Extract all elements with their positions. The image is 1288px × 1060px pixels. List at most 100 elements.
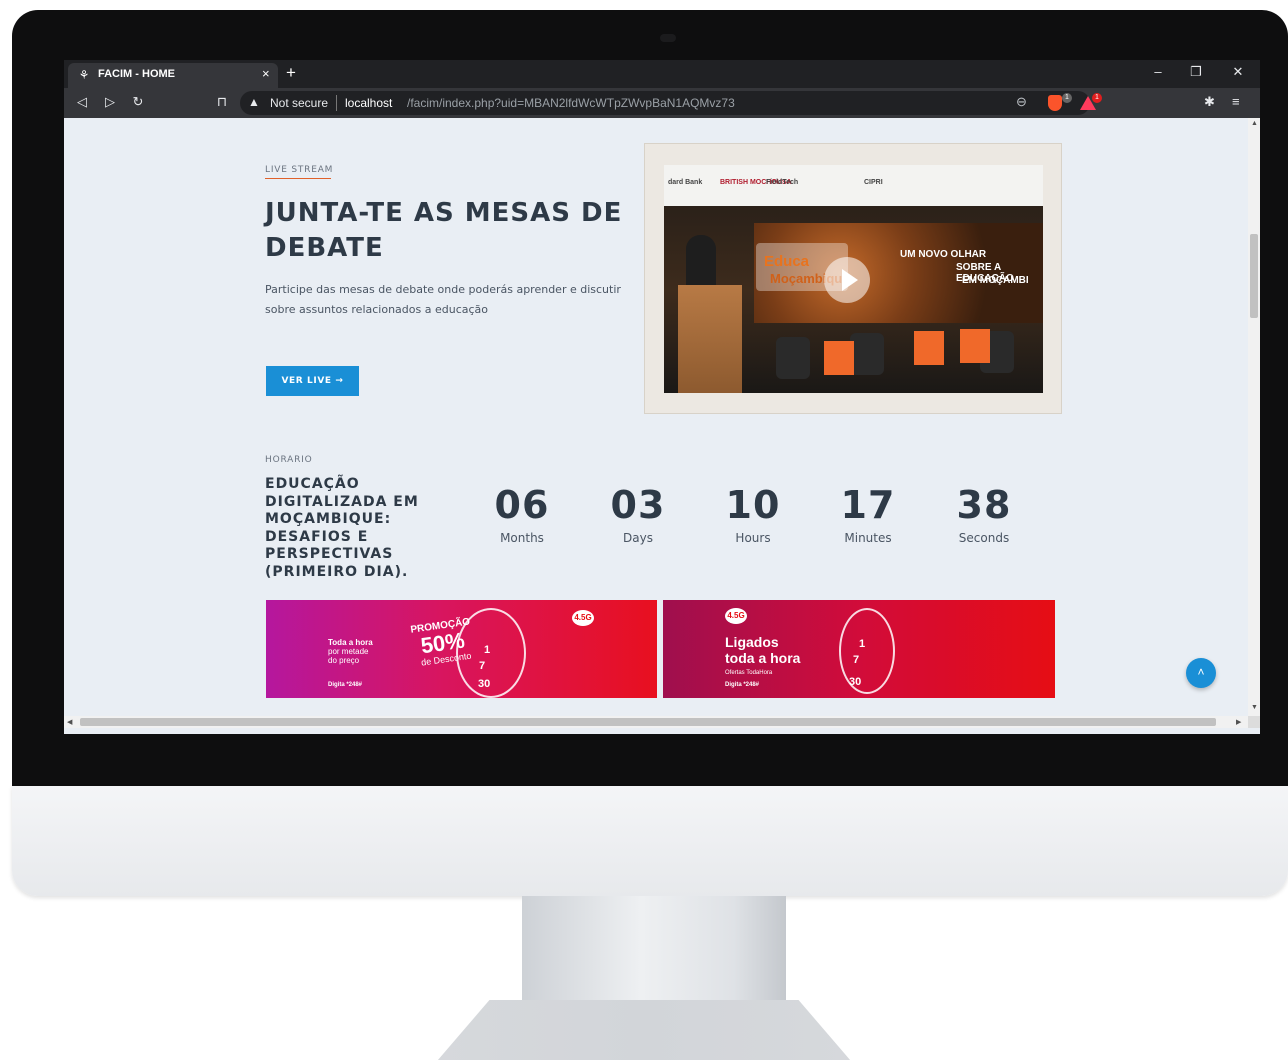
extensions-icon[interactable]: ✱ xyxy=(1204,94,1215,110)
chair xyxy=(850,333,884,375)
vodafone-speechmark-icon xyxy=(839,608,895,694)
countdown-months: 06 Months xyxy=(474,473,570,549)
banner-line: do preço xyxy=(328,656,360,665)
restore-icon[interactable]: ❐ xyxy=(1186,64,1206,80)
monitor-chin xyxy=(12,786,1288,896)
live-eyebrow: LIVE STREAM xyxy=(265,165,334,175)
video-thumbnail[interactable]: dard Bank BRITISH MOCHOUSA FieldTech CIP… xyxy=(664,165,1043,393)
price-tag: 30 xyxy=(478,678,491,690)
schedule-title: EDUCAÇÃO DIGITALIZADA EM MOÇAMBIQUE: DES… xyxy=(265,476,419,580)
promo-banner-ligados[interactable]: 4.5G Ligados toda a hora Ofertas TodaHor… xyxy=(663,600,1055,698)
bookmark-icon[interactable]: ⊓ xyxy=(214,94,230,110)
event-logo-text: Educa xyxy=(764,253,810,270)
monitor-base-shadow xyxy=(437,1000,851,1060)
address-divider xyxy=(336,95,337,111)
scroll-up-icon[interactable]: ▲ xyxy=(1251,120,1258,127)
podium xyxy=(678,285,742,393)
price-tag: 1 xyxy=(859,638,866,650)
tab-title: FACIM - HOME xyxy=(98,68,175,80)
address-bar[interactable]: ▲ Not secure localhost /facim/index.php?… xyxy=(240,91,1102,115)
network-4-5g-badge: 4.5G xyxy=(725,608,747,624)
banner-line: por metade xyxy=(328,647,369,656)
brave-shields-icon[interactable] xyxy=(1048,95,1062,111)
shields-count-badge: 1 xyxy=(1062,93,1072,103)
schedule-eyebrow: HORARIO xyxy=(265,455,313,465)
banner-headline: Ligados xyxy=(725,634,779,650)
menu-icon[interactable]: ≡ xyxy=(1232,94,1240,109)
live-headline: JUNTA-TE AS MESAS DE DEBATE xyxy=(265,198,623,263)
sponsor-logo: CIPRI xyxy=(864,179,883,186)
countdown-value: 17 xyxy=(840,483,896,527)
url-path[interactable]: /facim/index.php?uid=MBAN2lfdWcWTpZWvpBa… xyxy=(407,96,735,110)
favicon-icon: ⚘ xyxy=(78,68,90,82)
price-tag: 1 xyxy=(484,644,491,656)
url-host[interactable]: localhost xyxy=(345,96,392,110)
stool xyxy=(824,341,854,375)
rewards-count-badge: 1 xyxy=(1092,93,1102,103)
scroll-to-top-button[interactable]: ˄ xyxy=(1186,658,1216,688)
price-tag: 30 xyxy=(849,676,862,688)
browser-toolbar: ◁ ▷ ↻ ⊓ ▲ Not secure localhost /facim/in… xyxy=(64,88,1260,118)
close-tab-icon[interactable]: × xyxy=(262,66,270,81)
scrollbar-corner xyxy=(1248,716,1260,728)
banner-dial-code: Digita *248# xyxy=(328,682,363,688)
countdown-minutes: 17 Minutes xyxy=(820,473,916,549)
vertical-scrollbar[interactable]: ▲ ▼ xyxy=(1248,118,1260,716)
video-card[interactable]: dard Bank BRITISH MOCHOUSA FieldTech CIP… xyxy=(644,143,1062,414)
countdown-value: 10 xyxy=(725,483,781,527)
horizontal-scroll-thumb[interactable] xyxy=(80,718,1216,726)
countdown-label: Minutes xyxy=(844,531,892,545)
countdown-label: Seconds xyxy=(958,531,1010,545)
live-stream-section: LIVE STREAM JUNTA-TE AS MESAS DE DEBATE … xyxy=(64,118,1248,448)
vodafone-speechmark-icon xyxy=(456,608,526,698)
speaker-figure xyxy=(686,235,716,291)
security-status[interactable]: Not secure xyxy=(270,96,328,110)
page-viewport: LIVE STREAM JUNTA-TE AS MESAS DE DEBATE … xyxy=(64,118,1248,716)
scroll-down-icon[interactable]: ▼ xyxy=(1251,704,1258,711)
horizontal-scrollbar[interactable]: ◀ ▶ xyxy=(64,716,1248,728)
countdown-label: Months xyxy=(500,531,544,545)
countdown-value: 38 xyxy=(956,483,1012,527)
stool xyxy=(914,331,944,365)
tab-strip: ⚘ FACIM - HOME × + – ❐ ✕ xyxy=(64,60,1260,88)
live-description: Participe das mesas de debate onde poder… xyxy=(265,283,621,316)
zoom-icon[interactable]: ⊖ xyxy=(1016,94,1027,110)
stool xyxy=(960,329,990,363)
stage-banner-text: EM MOÇAMBI xyxy=(962,275,1029,286)
banner-dial-code: Digita *248# xyxy=(725,682,760,688)
countdown-label: Hours xyxy=(735,531,771,545)
countdown-value: 06 xyxy=(494,483,550,527)
price-tag: 7 xyxy=(479,660,486,672)
banner-line: Toda a hora xyxy=(328,638,373,647)
warning-icon: ▲ xyxy=(248,95,260,109)
sponsor-strip: dard Bank BRITISH MOCHOUSA FieldTech CIP… xyxy=(664,165,1043,206)
network-4-5g-badge: 4.5G xyxy=(572,610,594,626)
promo-banner-discount[interactable]: Toda a hora por metade do preço Digita *… xyxy=(266,600,657,698)
tab-facim-home[interactable]: ⚘ FACIM - HOME × xyxy=(68,63,278,88)
reload-icon[interactable]: ↻ xyxy=(130,94,146,110)
banner-subtitle: Ofertas TodaHora xyxy=(725,670,773,676)
eyebrow-underline xyxy=(265,178,331,179)
browser-window: ⚘ FACIM - HOME × + – ❐ ✕ ◁ ▷ ↻ ⊓ ▲ Not s… xyxy=(64,60,1260,734)
sponsor-logo: FieldTech xyxy=(766,179,799,186)
play-icon xyxy=(842,269,858,291)
countdown-hours: 10 Hours xyxy=(705,473,801,549)
back-icon[interactable]: ◁ xyxy=(74,94,90,110)
monitor-stand xyxy=(522,896,786,1006)
ver-live-button[interactable]: VER LIVE → xyxy=(266,366,359,396)
scroll-right-icon[interactable]: ▶ xyxy=(1236,718,1241,726)
countdown-value: 03 xyxy=(610,483,666,527)
close-window-icon[interactable]: ✕ xyxy=(1228,64,1248,80)
new-tab-button[interactable]: + xyxy=(282,64,300,82)
sponsor-logo: dard Bank xyxy=(668,179,703,186)
banner-headline: toda a hora xyxy=(725,650,801,666)
stage-banner-text: UM NOVO OLHAR xyxy=(900,249,987,260)
forward-icon[interactable]: ▷ xyxy=(102,94,118,110)
chair xyxy=(776,337,810,379)
countdown-seconds: 38 Seconds xyxy=(936,473,1032,549)
minimize-icon[interactable]: – xyxy=(1148,64,1168,79)
countdown-label: Days xyxy=(623,531,653,545)
scroll-left-icon[interactable]: ◀ xyxy=(67,718,72,726)
camera-icon xyxy=(660,34,676,42)
vertical-scroll-thumb[interactable] xyxy=(1250,234,1258,318)
